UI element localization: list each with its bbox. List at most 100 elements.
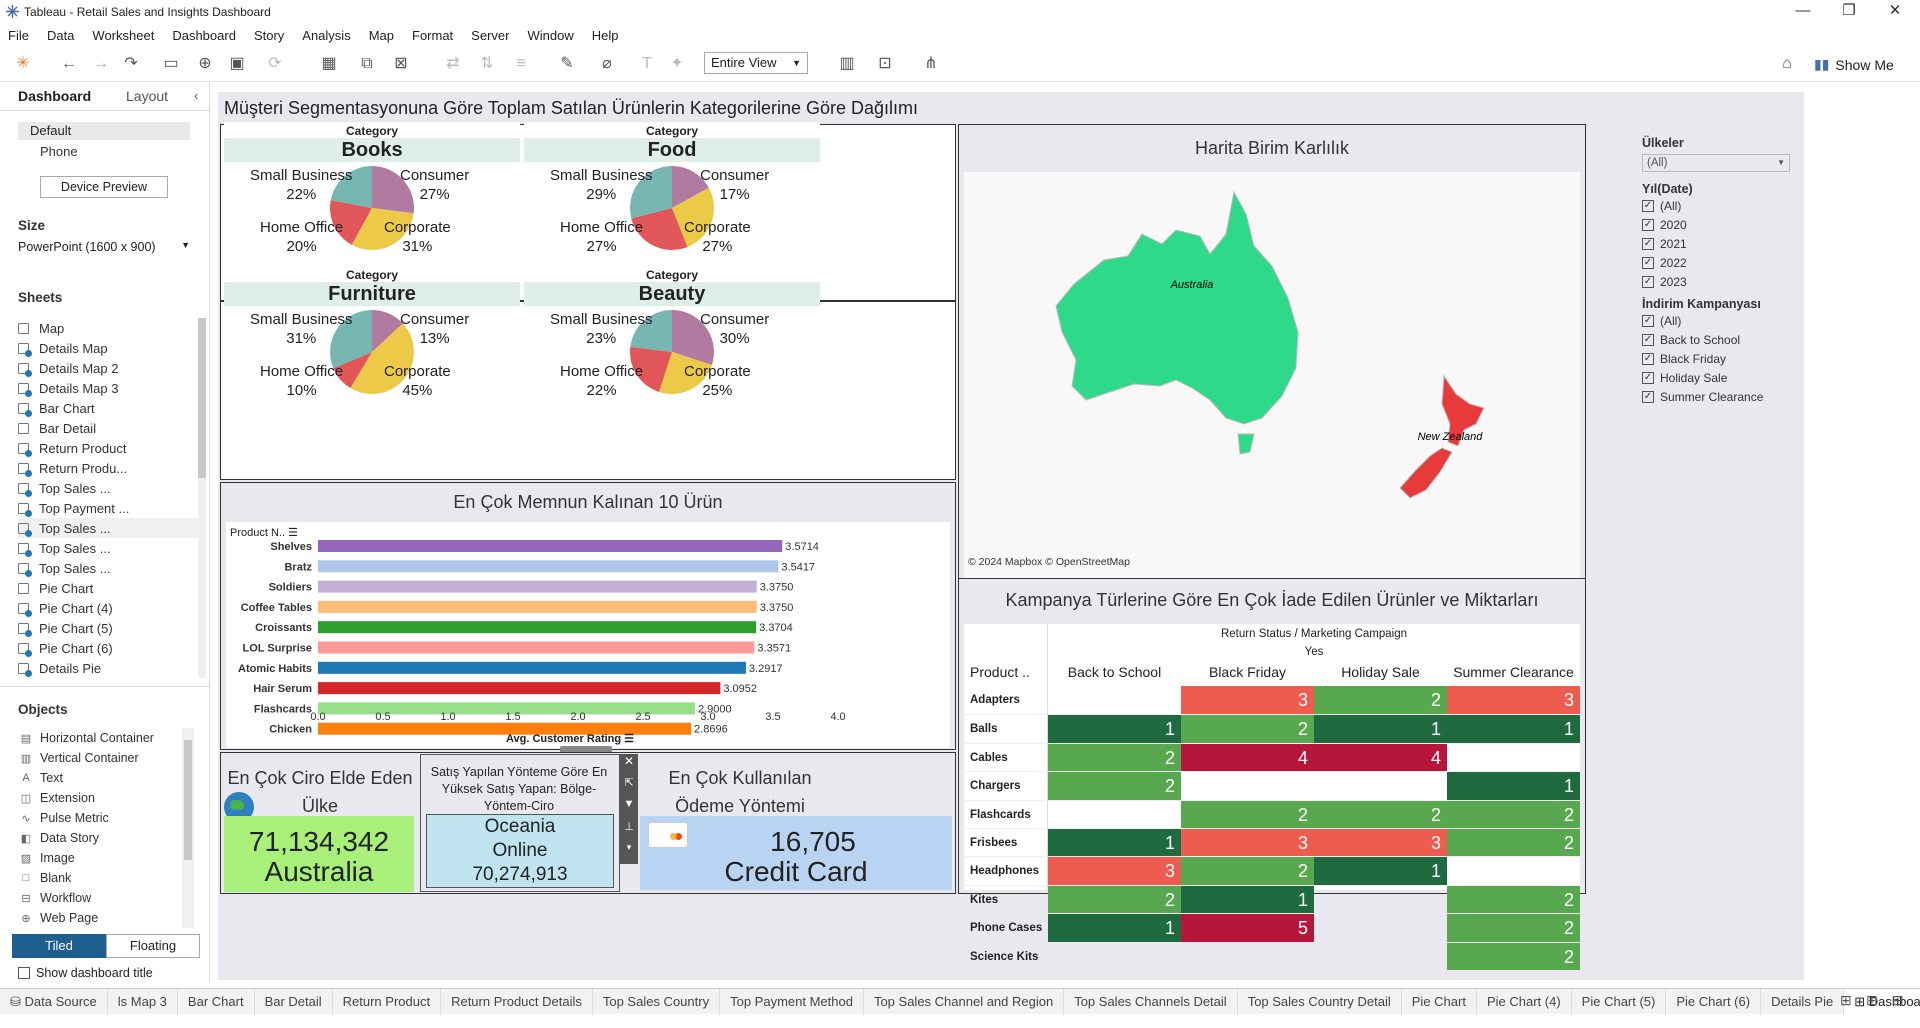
- filter-option[interactable]: ✓ Black Friday: [1642, 349, 1802, 368]
- heatmap-cell[interactable]: [1048, 943, 1181, 970]
- heatmap-cell[interactable]: 3: [1181, 828, 1314, 857]
- device-default[interactable]: Default: [18, 122, 190, 140]
- bar[interactable]: [318, 682, 721, 695]
- sheet-tab[interactable]: Pie Chart (4): [1477, 988, 1572, 1015]
- sheet-item[interactable]: Bar Detail: [18, 418, 198, 438]
- device-phone[interactable]: Phone: [40, 144, 78, 159]
- heatmap-cell[interactable]: 1: [1048, 914, 1181, 942]
- object-item[interactable]: ∿ Pulse Metric: [18, 808, 198, 828]
- menu-server[interactable]: Server: [471, 28, 509, 43]
- refresh-icon[interactable]: ⟳: [264, 54, 286, 74]
- sheet-tab[interactable]: Top Sales Channel and Region: [864, 988, 1065, 1015]
- sheet-tab[interactable]: Top Payment Method: [720, 988, 864, 1015]
- sheet-tab[interactable]: Bar Chart: [178, 988, 255, 1015]
- filter-option[interactable]: ✓ Summer Clearance: [1642, 387, 1802, 406]
- bar[interactable]: [318, 641, 755, 654]
- sheet-scrollbar[interactable]: [198, 318, 206, 678]
- pin-icon[interactable]: ⊥: [620, 820, 638, 842]
- sheet-item[interactable]: Return Produ...: [18, 458, 198, 478]
- heatmap-cell[interactable]: 1: [1314, 715, 1447, 743]
- save-icon[interactable]: ▭: [160, 54, 182, 74]
- sheet-tab[interactable]: Top Sales Country Detail: [1238, 988, 1402, 1015]
- tab-dashboard[interactable]: Dashboard: [18, 88, 91, 104]
- filter-option[interactable]: ✓ 2020: [1642, 215, 1802, 234]
- sheet-item[interactable]: Pie Chart (6): [18, 638, 198, 658]
- close-icon[interactable]: ✕: [620, 754, 638, 776]
- pause-update-icon[interactable]: ▣: [226, 54, 248, 74]
- sheet-tab[interactable]: Details Pie: [1761, 988, 1845, 1015]
- heatmap-cell[interactable]: 2: [1181, 800, 1314, 828]
- go-to-sheet-icon[interactable]: ⇱: [620, 776, 638, 798]
- heatmap-cell[interactable]: 2: [1048, 772, 1181, 800]
- sheet-item[interactable]: Details Pie: [18, 658, 198, 678]
- object-item[interactable]: ▥ Vertical Container: [18, 748, 198, 768]
- filter-option[interactable]: ✓ 2021: [1642, 234, 1802, 253]
- label-icon[interactable]: T: [636, 54, 658, 74]
- object-item[interactable]: A Text: [18, 768, 198, 788]
- menu-data[interactable]: Data: [47, 28, 74, 43]
- filter-option[interactable]: ✓ Holiday Sale: [1642, 368, 1802, 387]
- object-item[interactable]: □ Blank: [18, 868, 198, 888]
- show-title-checkbox[interactable]: Show dashboard title: [18, 966, 153, 980]
- menu-analysis[interactable]: Analysis: [302, 28, 350, 43]
- heatmap-cell[interactable]: 2: [1447, 914, 1580, 942]
- filter-option[interactable]: ✓ 2022: [1642, 253, 1802, 272]
- heatmap-cell[interactable]: [1447, 857, 1580, 884]
- bar[interactable]: [318, 722, 692, 735]
- heatmap-cell[interactable]: [1314, 886, 1447, 913]
- duplicate-icon[interactable]: ⧉: [356, 54, 378, 74]
- menu-file[interactable]: File: [8, 28, 29, 43]
- heatmap-cell[interactable]: 1: [1048, 715, 1181, 743]
- menu-format[interactable]: Format: [412, 28, 453, 43]
- sheet-item[interactable]: Pie Chart (5): [18, 618, 198, 638]
- new-story-icon[interactable]: ⊞: [1892, 992, 1904, 1009]
- filter-option[interactable]: ✓ Back to School: [1642, 330, 1802, 349]
- heatmap-cell[interactable]: [1048, 801, 1181, 828]
- sheet-item[interactable]: Top Sales ...: [18, 558, 198, 578]
- heatmap-cell[interactable]: [1447, 744, 1580, 771]
- heatmap-cell[interactable]: 2: [1447, 942, 1580, 970]
- sheet-item[interactable]: Details Map 2: [18, 358, 198, 378]
- heatmap-cell[interactable]: 2: [1314, 800, 1447, 828]
- tableau-icon[interactable]: ✳: [12, 54, 34, 74]
- attach-icon[interactable]: ⌀: [596, 54, 618, 74]
- sheet-item[interactable]: Top Sales ...: [18, 518, 198, 538]
- heatmap-cell[interactable]: 2: [1447, 885, 1580, 914]
- sheet-tab[interactable]: Bar Detail: [255, 988, 333, 1015]
- new-worksheet-icon[interactable]: ▦: [318, 54, 340, 74]
- size-select[interactable]: PowerPoint (1600 x 900) ▼: [18, 240, 194, 258]
- filter-option[interactable]: ✓ (All): [1642, 311, 1802, 330]
- menu-window[interactable]: Window: [527, 28, 573, 43]
- menu-map[interactable]: Map: [369, 28, 394, 43]
- heatmap-cell[interactable]: 4: [1181, 743, 1314, 772]
- heatmap-cell[interactable]: 2: [1181, 857, 1314, 885]
- menu-story[interactable]: Story: [254, 28, 284, 43]
- presentation-icon[interactable]: ⊡: [874, 54, 896, 74]
- menu-help[interactable]: Help: [592, 28, 619, 43]
- heatmap-cell[interactable]: 1: [1447, 772, 1580, 800]
- back-icon[interactable]: ←: [58, 54, 80, 74]
- show-me-button[interactable]: ▮▮ Show Me: [1814, 56, 1894, 73]
- heatmap-cell[interactable]: 3: [1447, 686, 1580, 715]
- swap-icon[interactable]: ⇄: [442, 54, 464, 74]
- collapse-icon[interactable]: ‹: [194, 88, 198, 103]
- heatmap-cell[interactable]: 3: [1314, 828, 1447, 857]
- object-item[interactable]: ⊕ Web Page: [18, 908, 198, 928]
- heatmap-cell[interactable]: 2: [1048, 885, 1181, 914]
- heatmap-cell[interactable]: 3: [1048, 857, 1181, 885]
- sheet-item[interactable]: Return Product: [18, 438, 198, 458]
- bar[interactable]: [318, 621, 757, 634]
- show-me-icon[interactable]: ⌂: [1776, 54, 1798, 74]
- heatmap-cell[interactable]: [1314, 772, 1447, 799]
- object-item[interactable]: ◫ Extension: [18, 788, 198, 808]
- heatmap-cell[interactable]: 2: [1314, 686, 1447, 715]
- sheet-tab[interactable]: Return Product Details: [441, 988, 593, 1015]
- countries-select[interactable]: (All) ▼: [1642, 154, 1790, 172]
- map-canvas[interactable]: Australia New Zealand: [964, 172, 1580, 580]
- floating-button[interactable]: Floating: [106, 934, 200, 958]
- heatmap-cell[interactable]: [1314, 914, 1447, 941]
- sort-desc-icon[interactable]: ≡: [510, 54, 532, 74]
- new-datasource-icon[interactable]: ⊕: [194, 54, 216, 74]
- sheet-item[interactable]: Map: [18, 318, 198, 338]
- heatmap-cell[interactable]: [1181, 943, 1314, 970]
